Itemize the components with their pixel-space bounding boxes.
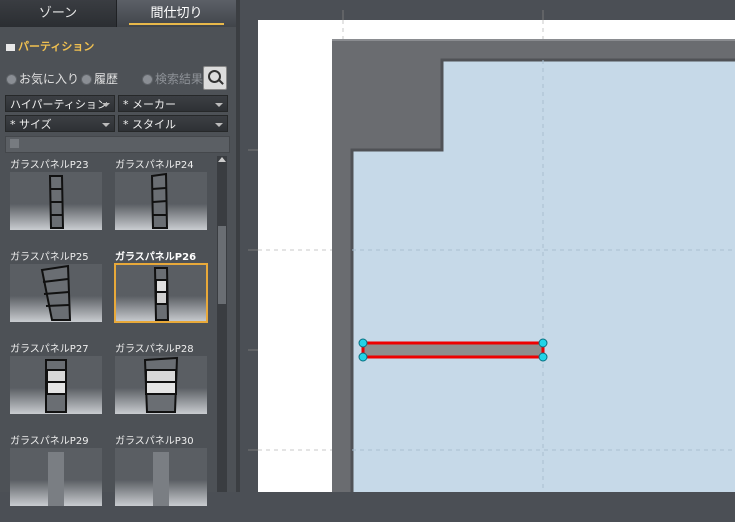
category-label: パーティション xyxy=(18,40,95,53)
radio-icon xyxy=(142,74,153,85)
resize-handle xyxy=(358,338,368,348)
floor-plan-canvas[interactable] xyxy=(240,0,735,492)
scrollbar-thumb[interactable] xyxy=(218,226,226,304)
search-button[interactable] xyxy=(203,66,227,90)
style-value: * スタイル xyxy=(123,118,176,131)
catalog-item[interactable]: ガラスパネルP27 xyxy=(10,340,102,430)
search-results-label: 検索結果 xyxy=(155,72,204,86)
dropdown-arrow-icon xyxy=(215,103,223,107)
catalog-item[interactable]: ガラスパネルP28 xyxy=(115,340,207,430)
size-value: * サイズ xyxy=(10,118,52,131)
folder-icon xyxy=(6,43,15,51)
item-thumbnail xyxy=(115,448,207,506)
selected-partition xyxy=(358,338,548,362)
catalog-scrollbar[interactable] xyxy=(217,156,227,492)
item-label: ガラスパネルP23 xyxy=(10,160,89,171)
item-thumbnail xyxy=(115,356,207,414)
keyword-bar[interactable] xyxy=(5,136,230,153)
item-thumbnail xyxy=(10,356,102,414)
resize-handle xyxy=(538,352,548,362)
active-tab-underline xyxy=(129,23,224,25)
item-label: ガラスパネルP24 xyxy=(115,160,194,171)
catalog-item[interactable]: ガラスパネルP29 xyxy=(10,432,102,522)
item-label: ガラスパネルP29 xyxy=(10,436,89,447)
left-panel: ゾーン 間仕切り パーティション お気に入り 履歴 検索結果 ハイパーティション… xyxy=(0,0,236,506)
item-thumbnail xyxy=(10,172,102,230)
item-thumbnail xyxy=(114,263,208,323)
size-select[interactable]: * サイズ xyxy=(5,115,115,132)
maker-select[interactable]: * メーカー xyxy=(118,95,228,112)
item-thumbnail xyxy=(10,448,102,506)
tab-partition-label: 間仕切り xyxy=(150,6,203,21)
item-thumbnail xyxy=(10,264,102,322)
favorites-radio[interactable]: お気に入り xyxy=(6,70,79,87)
resize-handle xyxy=(358,352,368,362)
favorites-label: お気に入り xyxy=(19,72,80,86)
item-label: ガラスパネルP27 xyxy=(10,344,89,355)
tab-zone-label: ゾーン xyxy=(38,6,78,21)
tab-zone[interactable]: ゾーン xyxy=(0,0,117,27)
catalog-item[interactable]: ガラスパネルP30 xyxy=(115,432,207,522)
catalog-item[interactable]: ガラスパネルP25 xyxy=(10,248,102,338)
item-label: ガラスパネルP28 xyxy=(115,344,194,355)
maker-value: * メーカー xyxy=(123,98,176,111)
item-label: ガラスパネルP26 xyxy=(115,252,197,263)
checkbox-icon xyxy=(10,139,19,148)
item-label: ガラスパネルP30 xyxy=(115,436,194,447)
item-label: ガラスパネルP25 xyxy=(10,252,89,263)
dropdown-arrow-icon xyxy=(215,123,223,127)
radio-icon xyxy=(6,74,17,85)
radio-icon xyxy=(81,74,92,85)
catalog-item-selected[interactable]: ガラスパネルP26 xyxy=(114,248,208,338)
style-select[interactable]: * スタイル xyxy=(118,115,228,132)
partition-type-select[interactable]: ハイパーティション xyxy=(5,95,115,112)
catalog-item[interactable]: ガラスパネルP23 xyxy=(10,156,102,246)
search-results-radio[interactable]: 検索結果 xyxy=(142,70,203,87)
category-title[interactable]: パーティション xyxy=(6,38,94,54)
scroll-up-arrow-icon[interactable] xyxy=(218,157,226,162)
tab-partition[interactable]: 間仕切り xyxy=(117,0,236,27)
history-label: 履歴 xyxy=(94,72,119,86)
partition-type-value: ハイパーティション xyxy=(10,98,108,111)
catalog-item[interactable]: ガラスパネルP24 xyxy=(115,156,207,246)
history-radio[interactable]: 履歴 xyxy=(81,70,118,87)
resize-handle xyxy=(538,338,548,348)
dropdown-arrow-icon xyxy=(102,103,110,107)
item-thumbnail xyxy=(115,172,207,230)
dropdown-arrow-icon xyxy=(102,123,110,127)
